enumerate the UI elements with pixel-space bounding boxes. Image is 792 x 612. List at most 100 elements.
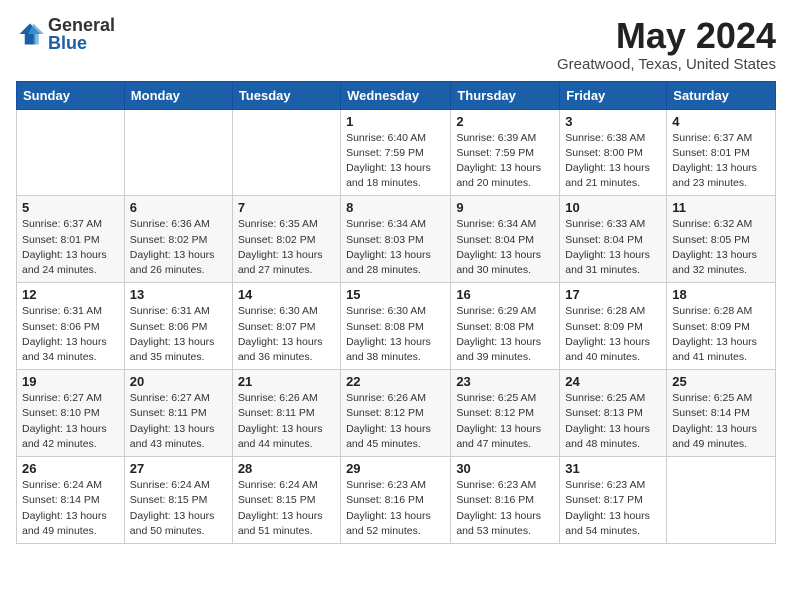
day-info: Sunrise: 6:26 AM Sunset: 8:12 PM Dayligh… [346,391,445,452]
day-info: Sunrise: 6:28 AM Sunset: 8:09 PM Dayligh… [672,304,770,365]
day-info: Sunrise: 6:39 AM Sunset: 7:59 PM Dayligh… [456,131,554,192]
calendar-cell: 23Sunrise: 6:25 AM Sunset: 8:12 PM Dayli… [451,370,560,457]
day-number: 19 [22,374,119,389]
day-info: Sunrise: 6:30 AM Sunset: 8:08 PM Dayligh… [346,304,445,365]
calendar-cell: 10 Sunrise: 6:33 AM Sunset: 8:04 PM Dayli… [560,196,667,283]
day-number: 29 [346,461,445,476]
day-number: 14 [238,287,335,302]
calendar-cell [17,109,125,196]
calendar-cell: 17 Sunrise: 6:28 AM Sunset: 8:09 PM Dayli… [560,283,667,370]
location: Greatwood, Texas, United States [557,56,776,73]
calendar-cell: 1Sunrise: 6:40 AM Sunset: 7:59 PM Daylig… [341,109,451,196]
calendar-cell: 21 Sunrise: 6:26 AM Sunset: 8:11 PM Dayli… [232,370,340,457]
header-sunday: Sunday [17,81,125,109]
day-number: 28 [238,461,335,476]
day-info: Sunrise: 6:38 AM Sunset: 8:00 PM Dayligh… [565,131,661,192]
header-thursday: Thursday [451,81,560,109]
day-number: 16 [456,287,554,302]
day-info: Sunrise: 6:23 AM Sunset: 8:16 PM Dayligh… [456,478,554,539]
logo-icon [16,20,44,48]
day-info: Sunrise: 6:27 AM Sunset: 8:10 PM Dayligh… [22,391,119,452]
calendar-cell: 28 Sunrise: 6:24 AM Sunset: 8:15 PM Dayli… [232,457,340,544]
day-info: Sunrise: 6:31 AM Sunset: 8:06 PM Dayligh… [22,304,119,365]
calendar-cell: 24 Sunrise: 6:25 AM Sunset: 8:13 PM Dayli… [560,370,667,457]
logo-text: General Blue [48,16,115,52]
header-saturday: Saturday [667,81,776,109]
day-info: Sunrise: 6:25 AM Sunset: 8:14 PM Dayligh… [672,391,770,452]
day-info: Sunrise: 6:24 AM Sunset: 8:15 PM Dayligh… [238,478,335,539]
day-info: Sunrise: 6:37 AM Sunset: 8:01 PM Dayligh… [672,131,770,192]
day-number: 2 [456,114,554,129]
day-info: Sunrise: 6:23 AM Sunset: 8:16 PM Dayligh… [346,478,445,539]
calendar-cell [232,109,340,196]
day-info: Sunrise: 6:24 AM Sunset: 8:14 PM Dayligh… [22,478,119,539]
calendar-cell: 12 Sunrise: 6:31 AM Sunset: 8:06 PM Dayli… [17,283,125,370]
day-info: Sunrise: 6:34 AM Sunset: 8:03 PM Dayligh… [346,217,445,278]
day-info: Sunrise: 6:27 AM Sunset: 8:11 PM Dayligh… [130,391,227,452]
calendar-cell [124,109,232,196]
calendar-week-row: 12 Sunrise: 6:31 AM Sunset: 8:06 PM Dayli… [17,283,776,370]
calendar-week-row: 26 Sunrise: 6:24 AM Sunset: 8:14 PM Dayli… [17,457,776,544]
day-info: Sunrise: 6:36 AM Sunset: 8:02 PM Dayligh… [130,217,227,278]
calendar-week-row: 5 Sunrise: 6:37 AM Sunset: 8:01 PM Daylig… [17,196,776,283]
day-number: 30 [456,461,554,476]
day-number: 25 [672,374,770,389]
calendar-cell: 22Sunrise: 6:26 AM Sunset: 8:12 PM Dayli… [341,370,451,457]
calendar-week-row: 1Sunrise: 6:40 AM Sunset: 7:59 PM Daylig… [17,109,776,196]
day-number: 21 [238,374,335,389]
header: General Blue May 2024 Greatwood, Texas, … [16,16,776,73]
day-number: 5 [22,200,119,215]
day-info: Sunrise: 6:25 AM Sunset: 8:13 PM Dayligh… [565,391,661,452]
day-number: 23 [456,374,554,389]
calendar-week-row: 19 Sunrise: 6:27 AM Sunset: 8:10 PM Dayli… [17,370,776,457]
day-info: Sunrise: 6:24 AM Sunset: 8:15 PM Dayligh… [130,478,227,539]
day-info: Sunrise: 6:32 AM Sunset: 8:05 PM Dayligh… [672,217,770,278]
calendar-table: Sunday Monday Tuesday Wednesday Thursday… [16,81,776,544]
day-info: Sunrise: 6:26 AM Sunset: 8:11 PM Dayligh… [238,391,335,452]
day-number: 26 [22,461,119,476]
calendar-cell: 5 Sunrise: 6:37 AM Sunset: 8:01 PM Daylig… [17,196,125,283]
day-info: Sunrise: 6:31 AM Sunset: 8:06 PM Dayligh… [130,304,227,365]
header-wednesday: Wednesday [341,81,451,109]
day-info: Sunrise: 6:35 AM Sunset: 8:02 PM Dayligh… [238,217,335,278]
logo: General Blue [16,16,115,52]
day-info: Sunrise: 6:23 AM Sunset: 8:17 PM Dayligh… [565,478,661,539]
calendar-cell: 13Sunrise: 6:31 AM Sunset: 8:06 PM Dayli… [124,283,232,370]
page-container: General Blue May 2024 Greatwood, Texas, … [0,0,792,552]
month-title: May 2024 [557,16,776,56]
day-number: 17 [565,287,661,302]
day-number: 24 [565,374,661,389]
day-number: 4 [672,114,770,129]
calendar-cell: 2 Sunrise: 6:39 AM Sunset: 7:59 PM Daylig… [451,109,560,196]
day-number: 10 [565,200,661,215]
day-number: 31 [565,461,661,476]
calendar-cell: 25 Sunrise: 6:25 AM Sunset: 8:14 PM Dayli… [667,370,776,457]
day-number: 12 [22,287,119,302]
calendar-cell: 7 Sunrise: 6:35 AM Sunset: 8:02 PM Daylig… [232,196,340,283]
calendar-cell: 11Sunrise: 6:32 AM Sunset: 8:05 PM Dayli… [667,196,776,283]
header-tuesday: Tuesday [232,81,340,109]
calendar-cell: 4 Sunrise: 6:37 AM Sunset: 8:01 PM Daylig… [667,109,776,196]
calendar-cell: 26 Sunrise: 6:24 AM Sunset: 8:14 PM Dayli… [17,457,125,544]
logo-blue-text: Blue [48,34,115,52]
calendar-cell: 30 Sunrise: 6:23 AM Sunset: 8:16 PM Dayli… [451,457,560,544]
calendar-cell: 31 Sunrise: 6:23 AM Sunset: 8:17 PM Dayli… [560,457,667,544]
calendar-cell: 14 Sunrise: 6:30 AM Sunset: 8:07 PM Dayli… [232,283,340,370]
calendar-cell: 16Sunrise: 6:29 AM Sunset: 8:08 PM Dayli… [451,283,560,370]
calendar-cell: 29 Sunrise: 6:23 AM Sunset: 8:16 PM Dayli… [341,457,451,544]
calendar-cell: 8 Sunrise: 6:34 AM Sunset: 8:03 PM Daylig… [341,196,451,283]
day-info: Sunrise: 6:33 AM Sunset: 8:04 PM Dayligh… [565,217,661,278]
day-number: 7 [238,200,335,215]
day-number: 9 [456,200,554,215]
title-section: May 2024 Greatwood, Texas, United States [557,16,776,73]
calendar-header-row: Sunday Monday Tuesday Wednesday Thursday… [17,81,776,109]
day-info: Sunrise: 6:30 AM Sunset: 8:07 PM Dayligh… [238,304,335,365]
logo-general-text: General [48,16,115,34]
day-info: Sunrise: 6:37 AM Sunset: 8:01 PM Dayligh… [22,217,119,278]
header-monday: Monday [124,81,232,109]
day-info: Sunrise: 6:28 AM Sunset: 8:09 PM Dayligh… [565,304,661,365]
day-number: 20 [130,374,227,389]
day-number: 8 [346,200,445,215]
day-number: 6 [130,200,227,215]
day-info: Sunrise: 6:34 AM Sunset: 8:04 PM Dayligh… [456,217,554,278]
